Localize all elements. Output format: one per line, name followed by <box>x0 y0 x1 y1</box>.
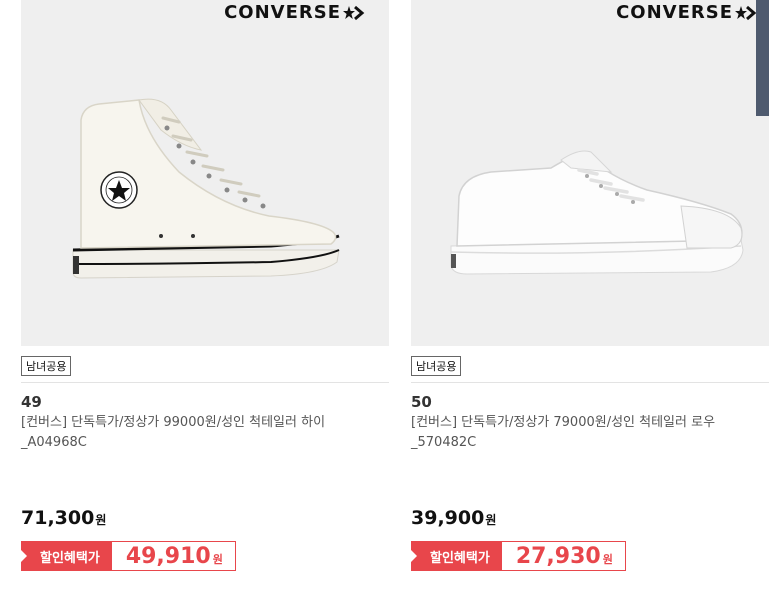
original-price: 39,900원 <box>411 507 496 529</box>
original-price: 71,300원 <box>21 507 106 529</box>
price-value: 71,300 <box>21 507 95 529</box>
divider <box>21 382 389 383</box>
discount-price-value: 49,910 <box>125 543 211 569</box>
brand-logo: CONVERSE <box>224 2 365 23</box>
discount-label: 할인혜택가 <box>22 542 112 570</box>
price-unit: 원 <box>485 513 497 527</box>
gender-badge: 남녀공용 <box>21 356 72 376</box>
discount-price-box: 할인혜택가 27,930 원 <box>411 541 626 571</box>
discount-price-unit: 원 <box>602 553 613 566</box>
brand-logo: CONVERSE <box>616 2 757 23</box>
rank-number: 50 <box>411 393 432 411</box>
discount-price: 49,910 원 <box>112 542 235 570</box>
converse-star-chevron-icon <box>343 5 365 20</box>
scrollbar-thumb[interactable] <box>756 0 769 116</box>
product-image[interactable]: CONVERSE <box>411 0 769 346</box>
price-unit: 원 <box>95 513 107 527</box>
discount-price-box: 할인혜택가 49,910 원 <box>21 541 236 571</box>
product-card[interactable]: CONVERSE 남녀공용 50 [컨버스] 단독특가/정상가 79000원/성… <box>411 0 769 571</box>
divider <box>411 382 769 383</box>
gender-badge: 남녀공용 <box>411 356 462 376</box>
low-top-sneaker-image <box>450 150 744 275</box>
discount-label: 할인혜택가 <box>412 542 502 570</box>
product-image[interactable]: CONVERSE <box>21 0 389 346</box>
discount-price: 27,930 원 <box>502 542 625 570</box>
rank-number: 49 <box>21 393 42 411</box>
discount-price-unit: 원 <box>212 553 223 566</box>
discount-price-value: 27,930 <box>515 543 601 569</box>
product-title[interactable]: [컨버스] 단독특가/정상가 79000원/성인 척테일러 로우_570482C <box>411 413 761 453</box>
price-value: 39,900 <box>411 507 485 529</box>
converse-star-chevron-icon <box>735 5 757 20</box>
product-grid: CONVERSE 남녀공용 49 [컨버스] 단독특가/정상가 99000원/성… <box>0 0 769 591</box>
high-top-sneaker-image <box>72 98 340 279</box>
product-title[interactable]: [컨버스] 단독특가/정상가 99000원/성인 척테일러 하이_A04968C <box>21 413 371 453</box>
product-card[interactable]: CONVERSE 남녀공용 49 [컨버스] 단독특가/정상가 99000원/성… <box>21 0 389 571</box>
